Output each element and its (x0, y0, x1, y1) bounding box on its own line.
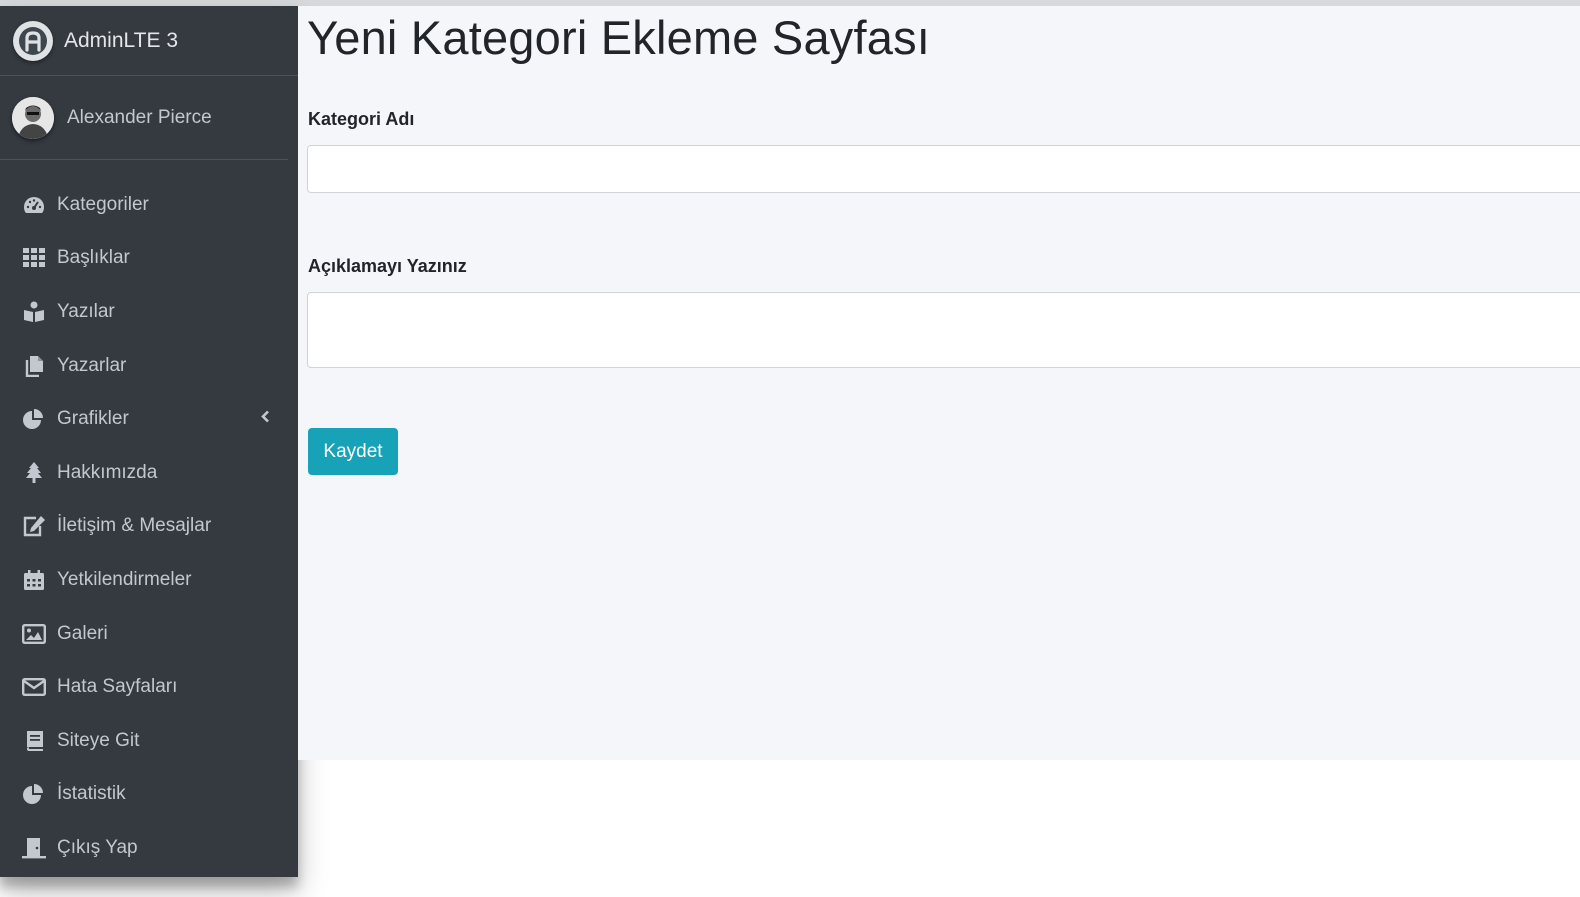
copy-icon (21, 354, 47, 378)
book-icon (21, 729, 47, 753)
category-name-label: Kategori Adı (308, 109, 415, 129)
envelope-icon (21, 675, 47, 699)
sidebar-item-label: Yazarlar (57, 354, 127, 376)
sidebar-item-label: İstatistik (57, 783, 126, 805)
image-icon (21, 622, 47, 646)
brand-link[interactable]: AdminLTE 3 (0, 6, 298, 76)
sidebar-item-label: Galeri (57, 622, 108, 644)
user-avatar (12, 96, 54, 139)
sidebar-item-label: Yazılar (57, 300, 115, 322)
sidebar-item-label: İletişim & Mesajlar (57, 515, 212, 537)
sidebar-item-label: Kategoriler (57, 193, 149, 215)
sidebar-item-basliklar[interactable]: Başlıklar (0, 232, 298, 286)
door-icon (21, 836, 47, 860)
sidebar-item-galeri[interactable]: Galeri (0, 607, 298, 661)
sidebar-item-istatistik[interactable]: İstatistik (0, 768, 298, 822)
content-wrapper: Yeni Kategori Ekleme Sayfası Kategori Ad… (298, 6, 1580, 760)
sidebar-item-kategoriler[interactable]: Kategoriler (0, 178, 298, 232)
brand-name: AdminLTE 3 (64, 28, 178, 52)
category-name-input[interactable] (307, 145, 1580, 193)
sidebar-item-siteye-git[interactable]: Siteye Git (0, 714, 298, 768)
chevron-left-icon[interactable] (260, 410, 270, 429)
sidebar-item-label: Çıkış Yap (57, 836, 138, 858)
book-reader-icon (21, 300, 47, 324)
page-title: Yeni Kategori Ekleme Sayfası (307, 11, 931, 64)
brand-logo-icon (13, 20, 53, 61)
sidebar-item-yetkilendirmeler[interactable]: Yetkilendirmeler (0, 553, 298, 607)
user-panel[interactable]: Alexander Pierce (0, 76, 288, 160)
sidebar-item-label: Yetkilendirmeler (57, 568, 192, 590)
sidebar-item-iletisim[interactable]: İletişim & Mesajlar (0, 500, 298, 554)
sidebar-item-yazarlar[interactable]: Yazarlar (0, 339, 298, 393)
sidebar-item-label: Başlıklar (57, 247, 130, 269)
description-label: Açıklamayı Yazınız (308, 256, 467, 276)
sidebar-item-label: Grafikler (57, 408, 129, 430)
calendar-icon (21, 568, 47, 592)
sidebar-item-label: Siteye Git (57, 729, 140, 751)
sidebar-item-hata-sayfalari[interactable]: Hata Sayfaları (0, 660, 298, 714)
grid-icon (21, 246, 47, 270)
tachometer-icon (21, 193, 47, 217)
description-textarea[interactable] (307, 292, 1580, 368)
main-sidebar: AdminLTE 3 Alexander Pierce Kategoriler … (0, 6, 298, 877)
sidebar-item-label: Hata Sayfaları (57, 676, 178, 698)
chart-pie-icon (21, 407, 47, 431)
edit-icon (21, 514, 47, 538)
tree-icon (21, 461, 47, 485)
sidebar-item-label: Hakkımızda (57, 461, 158, 483)
sidebar-item-cikis-yap[interactable]: Çıkış Yap (0, 821, 298, 875)
sidebar-item-hakkimizda[interactable]: Hakkımızda (0, 446, 298, 500)
user-name: Alexander Pierce (67, 106, 212, 128)
sidebar-nav: Kategoriler Başlıklar Yazılar Yazarlar G… (0, 178, 298, 875)
sidebar-item-yazilar[interactable]: Yazılar (0, 285, 298, 339)
save-button[interactable]: Kaydet (308, 428, 398, 475)
chart-pie-icon (21, 782, 47, 806)
sidebar-item-grafikler[interactable]: Grafikler (0, 392, 298, 446)
